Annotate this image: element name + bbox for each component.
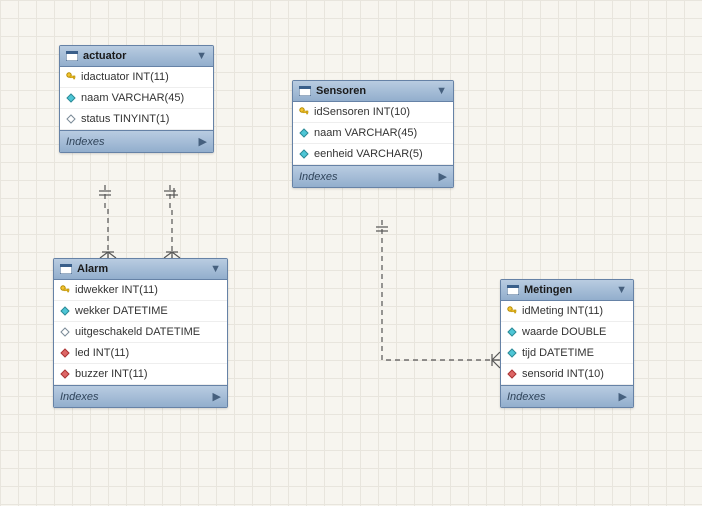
table-column[interactable]: idwekker INT(11) (54, 280, 227, 301)
column-name: tijd DATETIME (522, 347, 594, 359)
table-header[interactable]: Metingen ▼ (501, 280, 633, 301)
table-icon (66, 51, 78, 61)
indexes-label: Indexes (507, 391, 546, 403)
table-header[interactable]: Alarm ▼ (54, 259, 227, 280)
chevron-right-icon: ▶ (213, 390, 221, 403)
table-column[interactable]: naam VARCHAR(45) (293, 123, 453, 144)
column-name: idactuator INT(11) (81, 71, 169, 83)
table-metingen[interactable]: Metingen ▼ idMeting INT(11) waarde DOUBL… (500, 279, 634, 408)
key-icon (507, 306, 517, 316)
diamond-open-icon (66, 114, 76, 124)
column-name: eenheid VARCHAR(5) (314, 148, 423, 160)
key-icon (60, 285, 70, 295)
chevron-right-icon: ▶ (439, 170, 447, 183)
chevron-right-icon: ▶ (199, 135, 207, 148)
diamond-cyan-icon (299, 149, 309, 159)
diamond-red-icon (507, 369, 517, 379)
table-title: Alarm (77, 263, 205, 275)
table-icon (299, 86, 311, 96)
column-name: uitgeschakeld DATETIME (75, 326, 200, 338)
table-sensoren[interactable]: Sensoren ▼ idSensoren INT(10) naam VARCH… (292, 80, 454, 188)
column-name: status TINYINT(1) (81, 113, 169, 125)
diamond-red-icon (60, 348, 70, 358)
table-column[interactable]: uitgeschakeld DATETIME (54, 322, 227, 343)
table-title: actuator (83, 50, 191, 62)
column-name: sensorid INT(10) (522, 368, 604, 380)
indexes-label: Indexes (60, 391, 99, 403)
column-name: idwekker INT(11) (75, 284, 158, 296)
column-name: buzzer INT(11) (75, 368, 148, 380)
column-name: idSensoren INT(10) (314, 106, 410, 118)
diamond-red-icon (60, 369, 70, 379)
diamond-open-icon (60, 327, 70, 337)
column-name: naam VARCHAR(45) (81, 92, 184, 104)
table-column[interactable]: idMeting INT(11) (501, 301, 633, 322)
table-column[interactable]: sensorid INT(10) (501, 364, 633, 385)
indexes-label: Indexes (66, 136, 105, 148)
indexes-toggle[interactable]: Indexes ▶ (293, 165, 453, 187)
table-column[interactable]: buzzer INT(11) (54, 364, 227, 385)
diamond-cyan-icon (507, 348, 517, 358)
table-title: Sensoren (316, 85, 431, 97)
table-column[interactable]: led INT(11) (54, 343, 227, 364)
column-name: naam VARCHAR(45) (314, 127, 417, 139)
column-name: idMeting INT(11) (522, 305, 603, 317)
collapse-icon[interactable]: ▼ (616, 284, 627, 296)
table-header[interactable]: actuator ▼ (60, 46, 213, 67)
indexes-toggle[interactable]: Indexes ▶ (60, 130, 213, 152)
key-icon (299, 107, 309, 117)
table-title: Metingen (524, 284, 611, 296)
key-icon (66, 72, 76, 82)
diamond-cyan-icon (507, 327, 517, 337)
diamond-cyan-icon (299, 128, 309, 138)
indexes-toggle[interactable]: Indexes ▶ (501, 385, 633, 407)
table-header[interactable]: Sensoren ▼ (293, 81, 453, 102)
diamond-cyan-icon (66, 93, 76, 103)
collapse-icon[interactable]: ▼ (436, 85, 447, 97)
chevron-right-icon: ▶ (619, 390, 627, 403)
column-name: led INT(11) (75, 347, 129, 359)
indexes-toggle[interactable]: Indexes ▶ (54, 385, 227, 407)
table-column[interactable]: naam VARCHAR(45) (60, 88, 213, 109)
table-column[interactable]: tijd DATETIME (501, 343, 633, 364)
table-column[interactable]: eenheid VARCHAR(5) (293, 144, 453, 165)
table-column[interactable]: idactuator INT(11) (60, 67, 213, 88)
table-column[interactable]: waarde DOUBLE (501, 322, 633, 343)
collapse-icon[interactable]: ▼ (210, 263, 221, 275)
table-icon (507, 285, 519, 295)
collapse-icon[interactable]: ▼ (196, 50, 207, 62)
column-name: wekker DATETIME (75, 305, 168, 317)
table-column[interactable]: status TINYINT(1) (60, 109, 213, 130)
column-name: waarde DOUBLE (522, 326, 606, 338)
table-alarm[interactable]: Alarm ▼ idwekker INT(11) wekker DATETIME… (53, 258, 228, 408)
table-column[interactable]: wekker DATETIME (54, 301, 227, 322)
indexes-label: Indexes (299, 171, 338, 183)
diamond-cyan-icon (60, 306, 70, 316)
table-icon (60, 264, 72, 274)
table-column[interactable]: idSensoren INT(10) (293, 102, 453, 123)
er-canvas[interactable]: actuator ▼ idactuator INT(11) naam VARCH… (0, 0, 702, 506)
table-actuator[interactable]: actuator ▼ idactuator INT(11) naam VARCH… (59, 45, 214, 153)
